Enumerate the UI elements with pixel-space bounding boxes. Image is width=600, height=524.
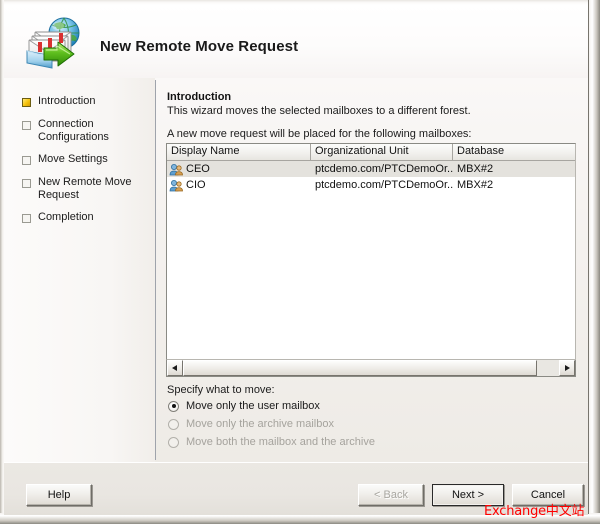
- help-button[interactable]: Help: [26, 484, 92, 506]
- step-status-icon-completion: [22, 214, 31, 223]
- sidebar-item-label: Introduction: [38, 95, 95, 108]
- move-options-label: Specify what to move:: [167, 384, 275, 396]
- remote-move-request-icon: [18, 13, 88, 73]
- watermark-text: Exchange中文站: [484, 500, 584, 519]
- mailbox-list-label: A new move request will be placed for th…: [167, 128, 472, 140]
- radio-label: Move only the archive mailbox: [186, 418, 334, 430]
- mailbox-user-icon: [169, 163, 183, 176]
- sidebar-item-label: Move Settings: [38, 153, 108, 166]
- cell-organizational-unit: ptcdemo.com/PTCDemoOr...: [311, 163, 453, 175]
- table-row[interactable]: CIO ptcdemo.com/PTCDemoOr... MBX#2: [167, 177, 575, 193]
- cell-display-name: CEO: [167, 163, 311, 176]
- column-header-organizational-unit[interactable]: Organizational Unit: [311, 144, 453, 160]
- window-frame-right: [589, 0, 600, 524]
- step-status-icon-connection-configurations: [22, 121, 31, 130]
- wizard-content-pane: Introduction This wizard moves the selec…: [156, 78, 588, 462]
- sidebar-item-label: New Remote Move Request: [38, 176, 150, 201]
- wizard-client-area: New Remote Move Request Introduction Con…: [4, 5, 588, 514]
- wizard-banner: New Remote Move Request: [4, 5, 588, 78]
- radio-indicator[interactable]: [168, 401, 179, 412]
- step-status-icon-move-settings: [22, 156, 31, 165]
- step-status-icon-new-remote-move-request: [22, 179, 31, 188]
- cell-text: CEO: [186, 163, 210, 175]
- wizard-step-nav: Introduction Connection Configurations M…: [4, 78, 155, 462]
- radio-indicator: [168, 419, 179, 430]
- step-status-icon-introduction: [22, 98, 31, 107]
- sidebar-item-connection-configurations[interactable]: Connection Configurations: [22, 118, 150, 143]
- section-heading: Introduction: [167, 91, 231, 103]
- column-header-database[interactable]: Database: [453, 144, 575, 160]
- radio-move-user-mailbox[interactable]: Move only the user mailbox: [168, 400, 320, 412]
- sidebar-item-completion[interactable]: Completion: [22, 211, 150, 224]
- sidebar-item-move-settings[interactable]: Move Settings: [22, 153, 150, 166]
- table-row[interactable]: CEO ptcdemo.com/PTCDemoOr... MBX#2: [167, 161, 575, 177]
- page-title: New Remote Move Request: [100, 38, 298, 55]
- mailbox-list-horizontal-scrollbar[interactable]: [166, 360, 576, 377]
- section-description: This wizard moves the selected mailboxes…: [167, 105, 471, 117]
- sidebar-item-introduction[interactable]: Introduction: [22, 95, 150, 108]
- window-frame-inner-line: [588, 0, 589, 514]
- mailbox-list-header: Display Name Organizational Unit Databas…: [167, 144, 575, 161]
- scrollbar-thumb[interactable]: [183, 360, 537, 376]
- radio-move-archive-mailbox: Move only the archive mailbox: [168, 418, 334, 430]
- cell-display-name: CIO: [167, 179, 311, 192]
- column-header-display-name[interactable]: Display Name: [167, 144, 311, 160]
- radio-indicator: [168, 437, 179, 448]
- cell-database: MBX#2: [453, 179, 575, 191]
- radio-move-both: Move both the mailbox and the archive: [168, 436, 375, 448]
- cell-organizational-unit: ptcdemo.com/PTCDemoOr...: [311, 179, 453, 191]
- cell-database: MBX#2: [453, 163, 575, 175]
- mailbox-list[interactable]: Display Name Organizational Unit Databas…: [166, 143, 576, 360]
- wizard-body: Introduction Connection Configurations M…: [4, 78, 588, 462]
- radio-label: Move both the mailbox and the archive: [186, 436, 375, 448]
- sidebar-item-new-remote-move-request[interactable]: New Remote Move Request: [22, 176, 150, 201]
- cell-text: CIO: [186, 179, 206, 191]
- sidebar-item-label: Connection Configurations: [38, 118, 150, 143]
- radio-label: Move only the user mailbox: [186, 400, 320, 412]
- wizard-window: New Remote Move Request Introduction Con…: [0, 0, 600, 524]
- scroll-left-icon[interactable]: [167, 360, 183, 376]
- scrollbar-track[interactable]: [183, 360, 559, 376]
- back-button: < Back: [358, 484, 424, 506]
- sidebar-item-label: Completion: [38, 211, 94, 224]
- mailbox-user-icon: [169, 179, 183, 192]
- scroll-right-icon[interactable]: [559, 360, 575, 376]
